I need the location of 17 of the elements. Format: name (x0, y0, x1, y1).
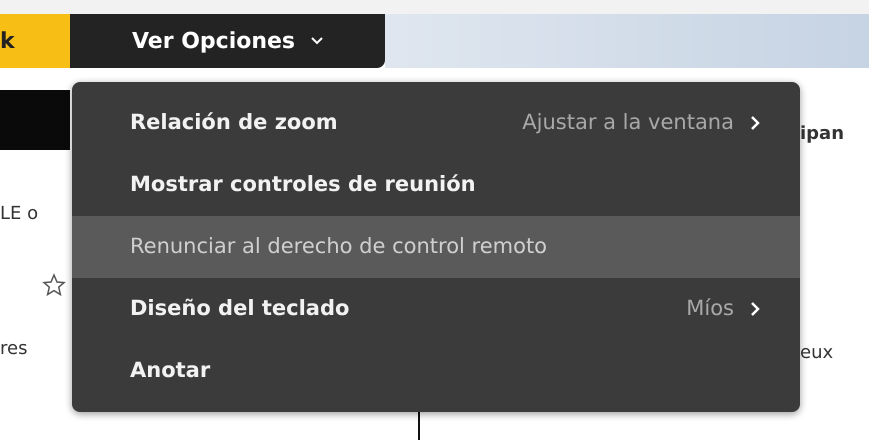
background-text: LE o (0, 202, 40, 226)
menu-item[interactable]: Mostrar controles de reunión (72, 154, 800, 216)
view-options-button[interactable]: Ver Opciones (70, 14, 385, 68)
chevron-right-icon (750, 301, 760, 317)
menu-item[interactable]: Diseño del teclado Míos (72, 278, 800, 340)
dark-bar (0, 90, 70, 150)
chevron-right-icon (750, 115, 760, 131)
background-text: res (0, 337, 28, 361)
menu-item[interactable]: Relación de zoom Ajustar a la ventana (72, 92, 800, 154)
background-text: eux (800, 341, 834, 365)
menu-item[interactable]: Anotar (72, 340, 800, 402)
tab-label[interactable]: k (0, 24, 15, 58)
star-icon (42, 273, 66, 297)
background-text: ipan (800, 122, 846, 146)
menu-item[interactable]: Renunciar al derecho de control remoto (72, 216, 800, 278)
submenu-value: Míos (686, 295, 734, 322)
submenu-value: Ajustar a la ventana (522, 109, 734, 136)
